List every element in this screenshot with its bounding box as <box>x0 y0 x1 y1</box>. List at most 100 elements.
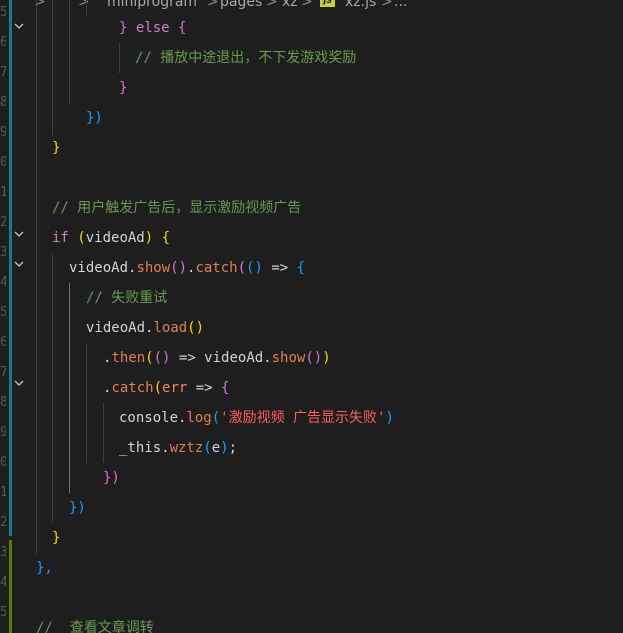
line-number: 7 <box>0 65 6 80</box>
code-token: videoAd. <box>69 260 137 276</box>
line-number: 5 <box>0 305 6 320</box>
git-modified-stripe[interactable] <box>9 0 12 536</box>
code-token: e <box>211 440 221 456</box>
code-token: }) <box>103 470 120 486</box>
breadcrumb-item-file[interactable]: xz.js <box>345 0 376 13</box>
code-line[interactable]: } else { <box>119 13 186 43</box>
code-line[interactable]: } <box>52 523 60 553</box>
line-number: 9 <box>0 125 6 140</box>
indent-guide <box>86 343 87 463</box>
indent-guide <box>103 403 104 463</box>
code-token: load <box>153 320 188 336</box>
line-number: 6 <box>0 335 6 350</box>
code-token: => <box>187 380 222 396</box>
code-token: // 用户触发广告后，显示激励视频广告 <box>52 200 302 216</box>
code-token: err <box>162 380 188 396</box>
code-token: ( <box>145 350 154 366</box>
code-token: } <box>119 80 128 96</box>
code-token: else <box>135 20 170 36</box>
indent-guide <box>36 0 37 555</box>
code-token: show <box>136 260 171 276</box>
code-line[interactable]: } <box>119 73 127 103</box>
line-number: 1 <box>0 485 6 500</box>
code-line[interactable]: if (videoAd) { <box>52 223 170 253</box>
breadcrumb-separator: > <box>301 0 313 10</box>
breadcrumb-item-xz[interactable]: xz <box>282 0 298 13</box>
line-number: 6 <box>0 35 6 50</box>
code-token: } <box>52 140 61 156</box>
chevron-down-icon[interactable] <box>13 20 25 32</box>
breadcrumb-separator: > <box>207 0 219 10</box>
code-token: catch <box>111 380 154 396</box>
code-token: ( <box>237 260 247 276</box>
code-line[interactable]: }, <box>36 553 53 583</box>
code-token: () <box>153 350 171 366</box>
code-token: }) <box>86 110 103 126</box>
code-token: } <box>119 20 136 36</box>
code-line[interactable]: // 播放中途退出，不下发游戏奖励 <box>135 43 356 73</box>
breadcrumb: > > miniprogram > pages > xz > JS xz.js … <box>0 0 623 13</box>
code-line[interactable]: .then(() => videoAd.show()) <box>103 343 331 373</box>
code-line[interactable]: // 用户触发广告后，显示激励视频广告 <box>52 193 301 223</box>
line-number: 4 <box>0 575 6 590</box>
code-line[interactable]: // 查看文章调转 <box>36 613 154 633</box>
chevron-down-icon[interactable] <box>13 377 25 389</box>
code-token: wztz <box>169 440 204 456</box>
chevron-down-icon[interactable] <box>13 258 25 270</box>
code-token: => <box>262 260 297 276</box>
breadcrumb-item-pages[interactable]: pages <box>220 0 262 13</box>
breadcrumb-separator: > <box>78 0 90 10</box>
breadcrumb-item-miniprogram[interactable]: miniprogram <box>107 0 197 13</box>
code-line[interactable]: _this.wztz(e); <box>119 433 237 463</box>
indent-guide <box>52 253 53 523</box>
code-token: () <box>187 320 205 336</box>
code-line[interactable]: .catch(err => { <box>103 373 229 403</box>
code-token: ) <box>322 350 331 366</box>
code-line[interactable]: // 失败重试 <box>86 283 167 313</box>
indent-guide <box>52 0 53 135</box>
code-token: => <box>170 350 205 366</box>
js-file-icon: JS <box>320 0 335 7</box>
code-token: { <box>161 230 171 246</box>
line-number: 0 <box>0 155 6 170</box>
code-token: ; <box>228 440 238 456</box>
line-number-gutter: 5 6 7 8 9 0 1 2 3 4 5 6 7 8 9 0 1 2 3 4 5 <box>0 0 6 633</box>
code-token: ( <box>211 410 221 426</box>
line-number: 8 <box>0 95 6 110</box>
indent-guide-active <box>69 283 70 493</box>
line-number: 5 <box>0 5 6 20</box>
code-token: _this. <box>119 440 170 456</box>
code-line[interactable]: console.log('激励视频 广告显示失败') <box>119 403 394 433</box>
code-token: videoAd <box>85 230 145 246</box>
indent-guide <box>86 0 87 15</box>
code-token: { <box>221 380 230 396</box>
code-line[interactable]: }) <box>86 103 103 133</box>
git-added-stripe[interactable] <box>9 540 12 633</box>
code-token: ) <box>144 230 154 246</box>
line-number: 7 <box>0 365 6 380</box>
line-number: 2 <box>0 515 6 530</box>
breadcrumb-more[interactable]: ... <box>394 0 407 13</box>
indent-guide <box>69 0 70 105</box>
code-line[interactable]: }) <box>69 493 86 523</box>
code-token: }, <box>36 560 53 576</box>
code-token: { <box>296 260 306 276</box>
chevron-down-icon[interactable] <box>13 228 25 240</box>
line-number: 3 <box>0 245 6 260</box>
code-token: () <box>170 260 188 276</box>
line-number: 8 <box>0 395 6 410</box>
code-line[interactable]: videoAd.load() <box>86 313 204 343</box>
code-token: show <box>271 350 306 366</box>
code-line[interactable]: } <box>52 133 60 163</box>
code-line[interactable]: }) <box>103 463 120 493</box>
line-number: 0 <box>0 455 6 470</box>
code-token: then <box>111 350 146 366</box>
code-token: log <box>186 410 212 426</box>
code-line[interactable]: videoAd.show().catch(() => { <box>69 253 305 283</box>
code-token: // 查看文章调转 <box>36 620 154 633</box>
code-token: // 失败重试 <box>86 290 168 306</box>
code-token: ) <box>385 410 394 426</box>
code-token: ( <box>203 440 212 456</box>
code-token: videoAd. <box>204 350 272 366</box>
